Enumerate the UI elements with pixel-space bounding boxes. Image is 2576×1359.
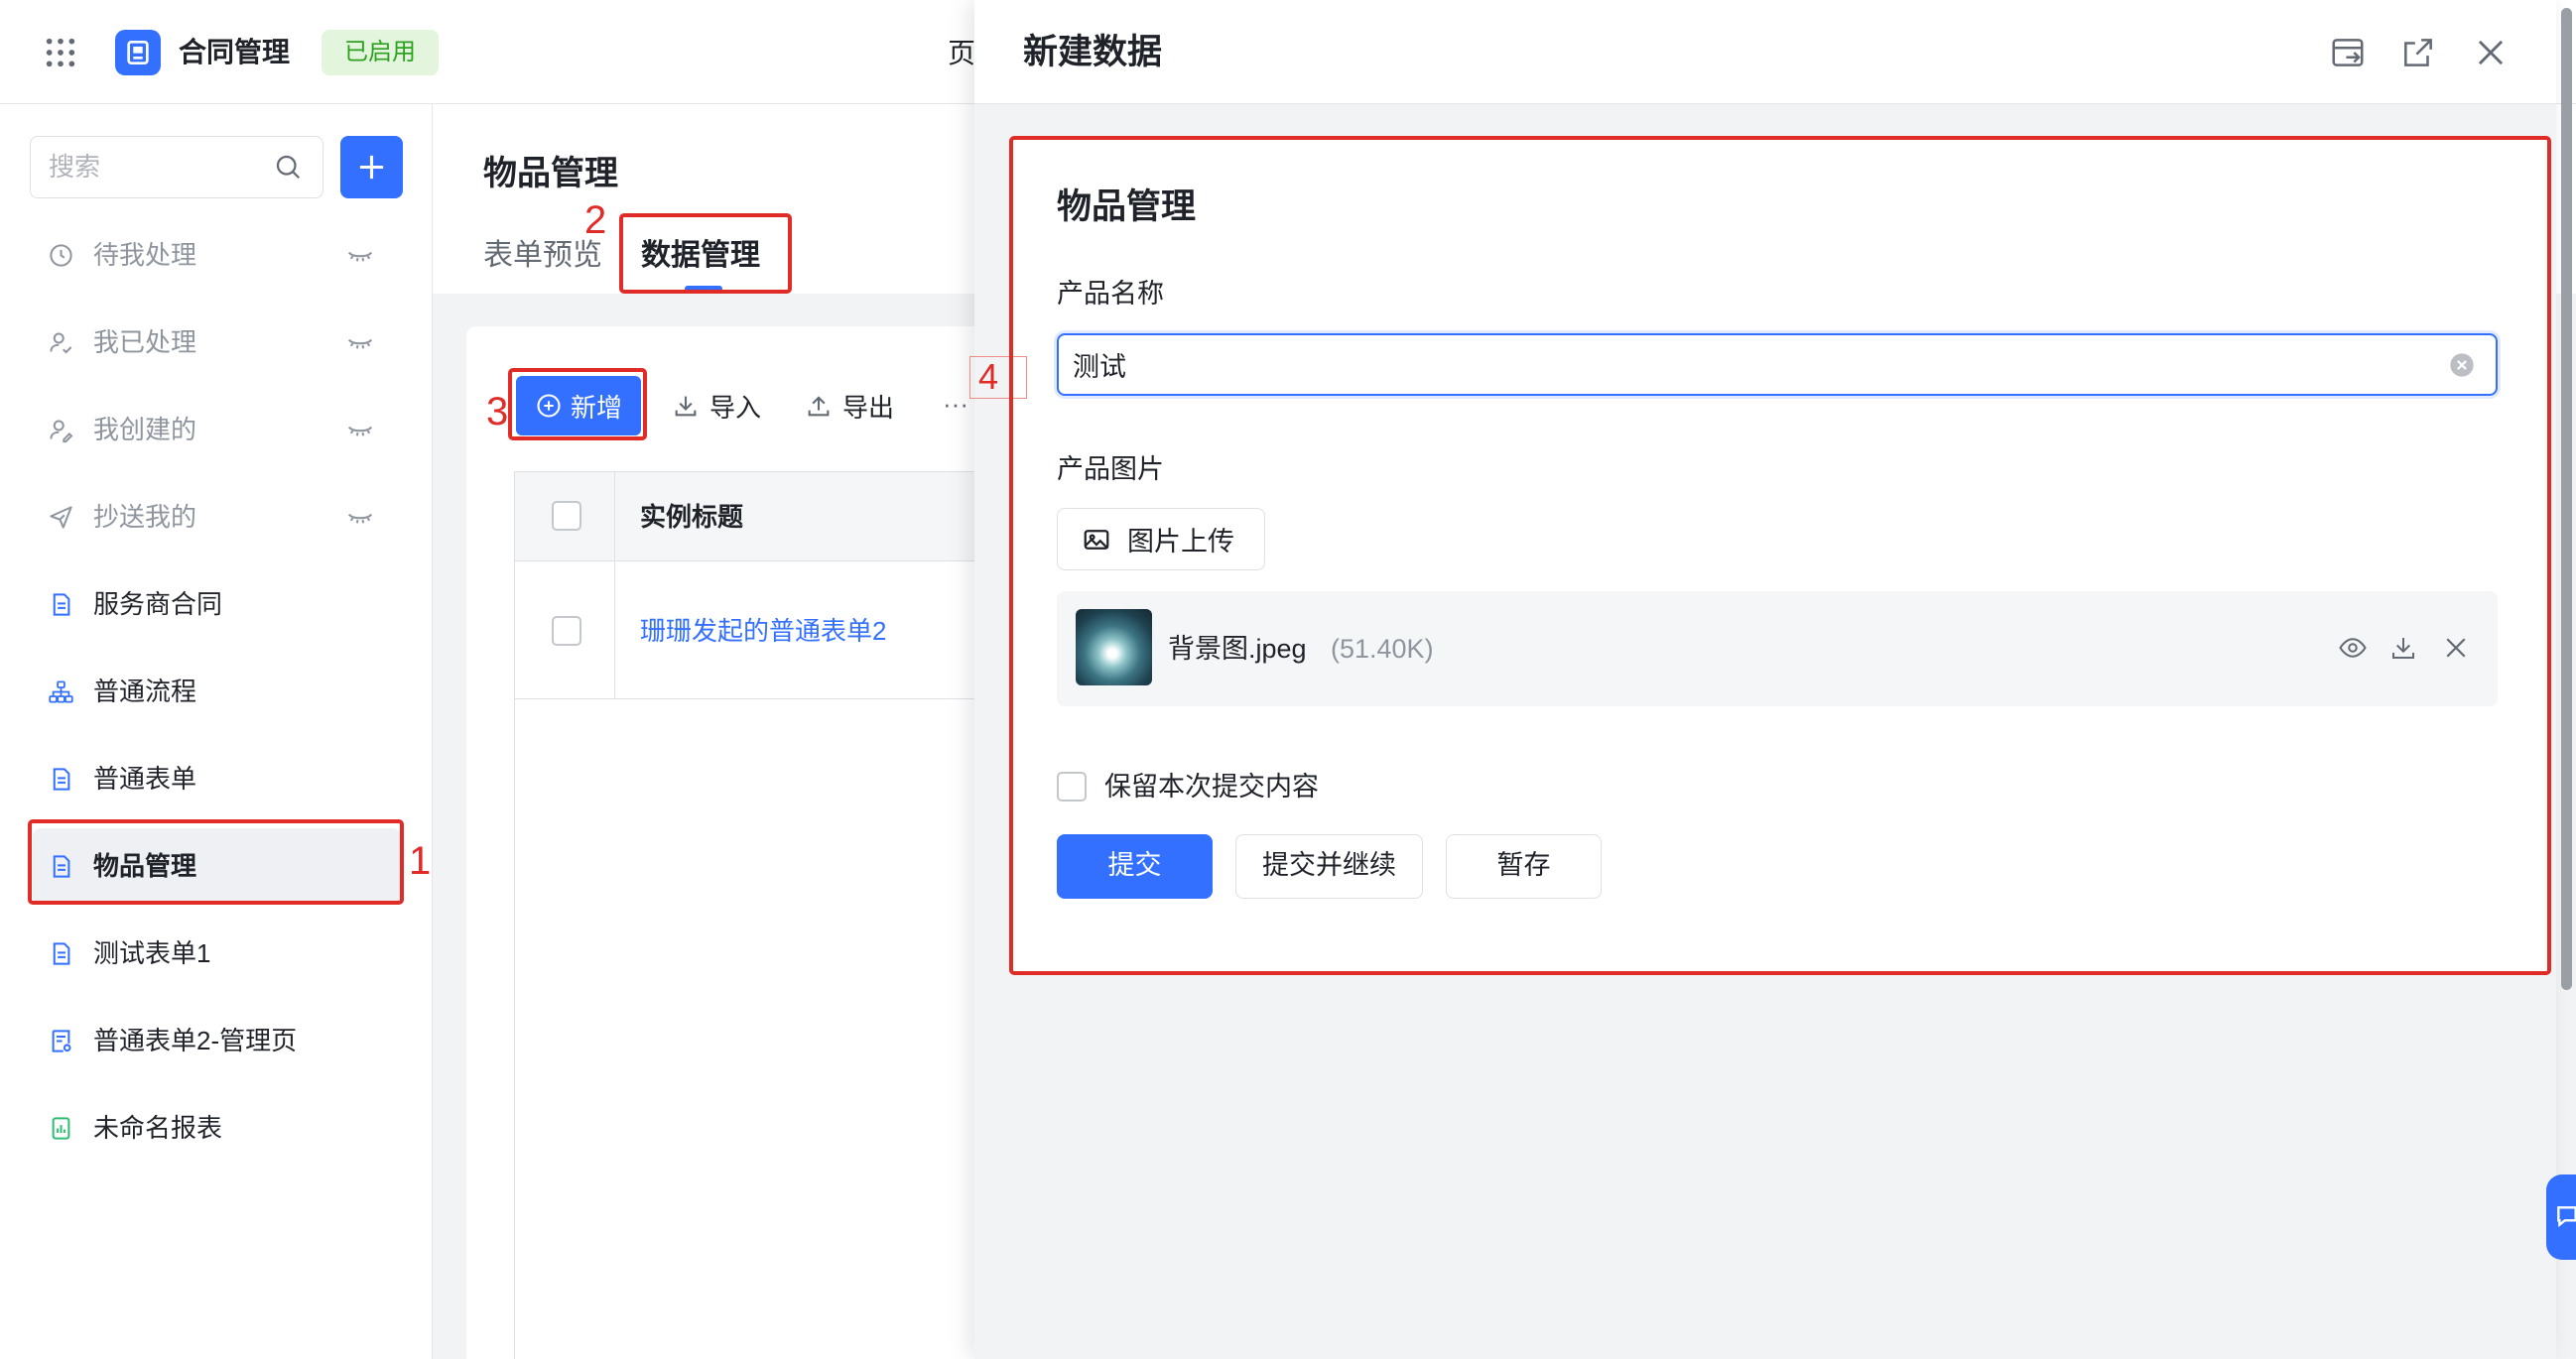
- search-icon[interactable]: [273, 152, 303, 182]
- page-nav-label[interactable]: 页: [948, 35, 975, 72]
- sidebar-item-created[interactable]: 我创建的: [0, 386, 433, 473]
- sidebar-item-label: 普通表单2-管理页: [93, 1026, 298, 1055]
- import-label: 导入: [709, 392, 762, 423]
- app-name: 合同管理: [179, 37, 291, 67]
- chat-bubble-icon: [2554, 1202, 2576, 1230]
- close-icon[interactable]: [2472, 34, 2510, 71]
- open-in-new-icon[interactable]: [2399, 34, 2437, 71]
- sidebar-item-label: 我已处理: [93, 327, 197, 357]
- window-mode-icon[interactable]: [2329, 34, 2367, 71]
- sidebar: 搜索 待我处理 我已处理 我创建的 抄送我的 服务商合同 普通流程 普通表单 物…: [0, 104, 433, 1359]
- drawer-header: 新建数据: [974, 0, 2556, 104]
- export-icon: [805, 392, 833, 420]
- clock-icon: [48, 242, 74, 269]
- annotation-number-2: 2: [584, 198, 607, 242]
- annotation-box-add-button: [508, 368, 647, 440]
- export-label: 导出: [842, 392, 895, 423]
- app-logo-icon: [115, 30, 161, 75]
- sidebar-item-unnamed-report[interactable]: 未命名报表: [0, 1084, 433, 1172]
- sidebar-item-pending[interactable]: 待我处理: [0, 211, 433, 299]
- annotation-box-tab: [619, 213, 792, 294]
- annotation-number-3: 3: [486, 390, 509, 433]
- sidebar-item-label: 我创建的: [93, 415, 197, 444]
- eye-closed-icon[interactable]: [345, 327, 375, 357]
- sidebar-item-label: 待我处理: [93, 240, 197, 270]
- sidebar-item-label: 普通流程: [93, 677, 197, 706]
- sidebar-item-form-admin-page[interactable]: 普通表单2-管理页: [0, 997, 433, 1084]
- report-icon: [48, 1115, 74, 1142]
- sidebar-item-service-contract[interactable]: 服务商合同: [0, 560, 433, 648]
- sidebar-item-normal-form[interactable]: 普通表单: [0, 735, 433, 822]
- form-icon: [48, 591, 74, 618]
- admin-page-icon: [48, 1028, 74, 1054]
- sidebar-item-label: 服务商合同: [93, 589, 223, 619]
- column-divider: [614, 561, 615, 698]
- tab-form-preview[interactable]: 表单预览: [483, 237, 602, 275]
- eye-closed-icon[interactable]: [345, 415, 375, 444]
- page-title: 物品管理: [483, 155, 618, 192]
- annotation-number-4: 4: [978, 356, 999, 397]
- sidebar-item-label: 普通表单: [93, 764, 197, 794]
- annotation-box-sidebar-item: [28, 819, 404, 905]
- sidebar-item-label: 未命名报表: [93, 1113, 223, 1143]
- sidebar-item-test-form[interactable]: 测试表单1: [0, 910, 433, 997]
- sidebar-item-cc[interactable]: 抄送我的: [0, 473, 433, 560]
- row-checkbox[interactable]: [552, 616, 581, 646]
- plus-icon: [359, 155, 384, 180]
- scrollbar-thumb[interactable]: [2561, 8, 2572, 990]
- instance-title-link[interactable]: 珊珊发起的普通表单2: [640, 611, 886, 651]
- app-grid-icon[interactable]: [44, 36, 77, 69]
- eye-closed-icon[interactable]: [345, 502, 375, 532]
- sidebar-item-processed[interactable]: 我已处理: [0, 299, 433, 386]
- column-divider: [614, 472, 615, 560]
- sidebar-item-label: 抄送我的: [93, 502, 197, 532]
- sidebar-nav: 待我处理 我已处理 我创建的 抄送我的 服务商合同 普通流程 普通表单 物品管理…: [0, 211, 433, 1172]
- export-button[interactable]: 导出: [805, 386, 894, 426]
- import-icon: [672, 392, 700, 420]
- select-all-checkbox[interactable]: [552, 501, 581, 531]
- eye-closed-icon[interactable]: [345, 240, 375, 270]
- form-icon: [48, 940, 74, 967]
- status-badge: 已启用: [322, 30, 439, 75]
- annotation-box-form-panel: [1009, 136, 2551, 975]
- search-input[interactable]: 搜索: [30, 136, 323, 198]
- add-page-button[interactable]: [340, 136, 403, 198]
- user-check-icon: [48, 329, 74, 356]
- floating-help-button[interactable]: [2546, 1174, 2576, 1260]
- sidebar-item-normal-flow[interactable]: 普通流程: [0, 648, 433, 735]
- annotation-number-1: 1: [409, 839, 432, 883]
- send-icon: [48, 504, 74, 531]
- import-button[interactable]: 导入: [672, 386, 761, 426]
- flow-icon: [48, 679, 74, 705]
- user-edit-icon: [48, 417, 74, 443]
- column-header-title[interactable]: 实例标题: [640, 497, 743, 537]
- search-placeholder: 搜索: [49, 152, 101, 182]
- drawer-title: 新建数据: [1023, 33, 1163, 71]
- form-icon: [48, 766, 74, 793]
- sidebar-item-label: 测试表单1: [93, 938, 211, 968]
- more-actions-button[interactable]: ···: [943, 384, 968, 424]
